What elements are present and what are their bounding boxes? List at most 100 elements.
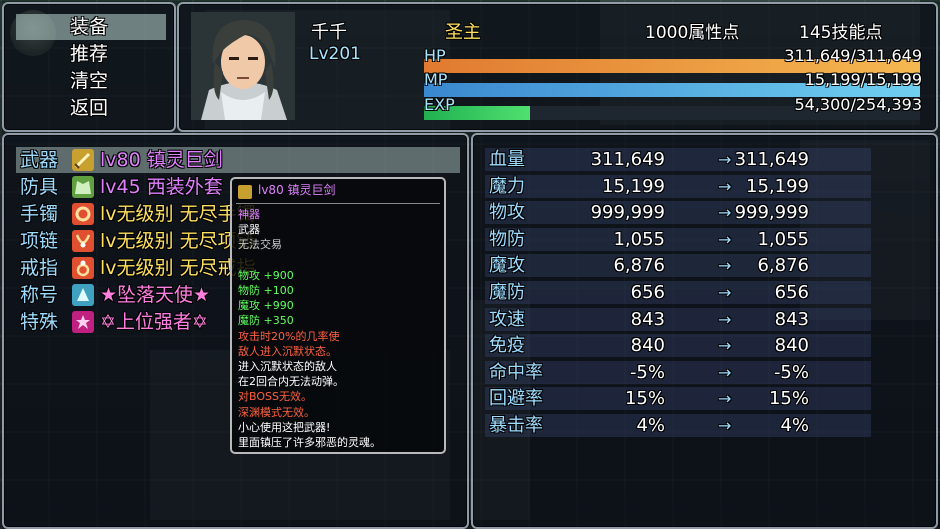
arrow-right-icon: → bbox=[718, 283, 732, 302]
tooltip-header: lv80 镇灵巨剑 bbox=[258, 183, 336, 197]
character-portrait bbox=[191, 12, 295, 120]
param-name: 魔攻 bbox=[489, 255, 525, 277]
slot-label: 项链 bbox=[20, 230, 59, 252]
necklace-icon bbox=[72, 230, 94, 252]
slot-label: 防具 bbox=[20, 176, 59, 198]
sword-icon bbox=[238, 185, 252, 199]
slot-item-name: ★坠落天使★ bbox=[100, 284, 211, 306]
param-name: 血量 bbox=[489, 149, 525, 170]
param-current-value: -5% bbox=[629, 361, 665, 383]
slot-item-name: lv45 西装外套 bbox=[100, 176, 223, 198]
param-current-value: 656 bbox=[630, 282, 665, 303]
param-new-value: 999,999 bbox=[734, 202, 809, 224]
param-new-value: 840 bbox=[774, 335, 809, 357]
armor-icon bbox=[72, 176, 94, 198]
menu-item-back[interactable]: 返回 bbox=[16, 95, 166, 121]
tooltip-line: 小心使用这把武器! bbox=[238, 420, 331, 434]
mp-label: MP bbox=[424, 70, 448, 89]
title-icon bbox=[72, 284, 94, 306]
slot-label: 手镯 bbox=[20, 203, 59, 225]
param-name: 攻速 bbox=[489, 308, 525, 330]
param-name: 免疫 bbox=[489, 335, 525, 357]
arrow-right-icon: → bbox=[718, 389, 732, 409]
tooltip-line: 武器 bbox=[238, 223, 260, 237]
param-row: 魔力 15,199 → 15,199 bbox=[485, 174, 871, 199]
special-icon bbox=[72, 311, 94, 333]
arrow-right-icon: → bbox=[718, 203, 732, 223]
character-level: Lv201 bbox=[309, 44, 361, 64]
slot-label: 武器 bbox=[20, 149, 59, 171]
sword-icon bbox=[72, 149, 94, 171]
parameter-compare-window: 血量 311,649 → 311,649 魔力 15,199 → 15,199 物攻 999,99… bbox=[471, 133, 938, 529]
tooltip-line: 进入沉默状态的敌人 bbox=[238, 360, 337, 373]
param-current-value: 15% bbox=[624, 388, 665, 410]
tooltip-line: 魔攻 +990 bbox=[238, 299, 294, 313]
param-row: 魔攻 6,876 → 6,876 bbox=[485, 253, 871, 278]
item-tooltip: lv80 镇灵巨剑 神器 武器 无法交易 物攻 +900 物防 +100 魔攻 +990 魔… bbox=[230, 177, 446, 454]
menu-item-recommend[interactable]: 推荐 bbox=[16, 41, 166, 67]
param-name: 命中率 bbox=[489, 361, 543, 383]
param-name: 回避率 bbox=[489, 388, 543, 410]
param-new-value: 656 bbox=[774, 282, 809, 303]
arrow-right-icon: → bbox=[718, 150, 732, 169]
ring-icon bbox=[72, 257, 94, 279]
param-row: 物攻 999,999 → 999,999 bbox=[485, 200, 871, 225]
equip-slot-weapon[interactable]: 武器 lv80 镇灵巨剑 bbox=[16, 147, 460, 173]
param-current-value: 1,055 bbox=[613, 228, 665, 250]
menu-item-equip[interactable]: 装备 bbox=[16, 14, 166, 40]
tooltip-line: 攻击时20%的几率使 bbox=[238, 329, 340, 343]
bracelet-icon bbox=[72, 203, 94, 225]
param-current-value: 4% bbox=[636, 415, 665, 436]
menu-item-clear[interactable]: 清空 bbox=[16, 68, 166, 94]
character-name: 千千 bbox=[311, 22, 347, 43]
attribute-points: 1000属性点 bbox=[645, 23, 740, 43]
skill-points: 145技能点 bbox=[799, 23, 883, 43]
slot-label: 称号 bbox=[20, 284, 59, 306]
param-new-value: 15,199 bbox=[746, 175, 809, 197]
exp-value: 54,300/254,393 bbox=[794, 95, 922, 114]
param-name: 暴击率 bbox=[489, 415, 543, 436]
param-current-value: 840 bbox=[630, 335, 665, 357]
tooltip-line: 深渊模式无效。 bbox=[238, 405, 315, 419]
character-status-window: 千千 圣主 1000属性点 145技能点 Lv201 HP 311,649/31… bbox=[177, 2, 938, 132]
param-new-value: 4% bbox=[780, 415, 809, 436]
tooltip-line: 物防 +100 bbox=[238, 284, 294, 297]
slot-label: 特殊 bbox=[20, 311, 59, 333]
arrow-right-icon: → bbox=[718, 256, 732, 276]
param-new-value: 1,055 bbox=[757, 228, 809, 250]
character-class-title: 圣主 bbox=[445, 22, 481, 43]
param-row: 物防 1,055 → 1,055 bbox=[485, 227, 871, 252]
arrow-right-icon: → bbox=[718, 176, 732, 196]
param-new-value: 843 bbox=[774, 308, 809, 330]
param-new-value: 6,876 bbox=[757, 255, 809, 277]
slot-item-name: lv80 镇灵巨剑 bbox=[100, 149, 223, 171]
hp-label: HP bbox=[424, 46, 446, 65]
arrow-right-icon: → bbox=[718, 416, 732, 435]
param-current-value: 843 bbox=[630, 308, 665, 330]
param-row: 攻速 843 → 843 bbox=[485, 307, 871, 332]
param-row: 免疫 840 → 840 bbox=[485, 333, 871, 358]
slot-label: 戒指 bbox=[20, 257, 59, 279]
param-current-value: 311,649 bbox=[590, 149, 665, 170]
param-row: 命中率 -5% → -5% bbox=[485, 360, 871, 385]
param-name: 物攻 bbox=[489, 202, 525, 224]
arrow-right-icon: → bbox=[718, 229, 732, 249]
tooltip-line: 在2回合内无法动弹。 bbox=[238, 375, 344, 389]
tooltip-line: 神器 bbox=[238, 208, 260, 221]
param-name: 魔力 bbox=[489, 175, 525, 197]
param-row: 回避率 15% → 15% bbox=[485, 386, 871, 411]
param-name: 魔防 bbox=[489, 282, 525, 303]
param-row: 血量 311,649 → 311,649 bbox=[485, 147, 871, 172]
param-name: 物防 bbox=[489, 228, 525, 250]
exp-label: EXP bbox=[424, 95, 455, 114]
tooltip-line: 里面镇压了许多邪恶的灵魂。 bbox=[238, 436, 381, 449]
param-new-value: -5% bbox=[773, 361, 809, 383]
param-row: 暴击率 4% → 4% bbox=[485, 413, 871, 438]
slot-item-name: ✡上位强者✡ bbox=[100, 311, 208, 333]
arrow-right-icon: → bbox=[718, 362, 732, 382]
param-new-value: 15% bbox=[768, 388, 809, 410]
command-menu-window: 装备 推荐 清空 返回 bbox=[2, 2, 176, 132]
tooltip-line: 物攻 +900 bbox=[238, 268, 294, 282]
hp-value: 311,649/311,649 bbox=[784, 46, 922, 65]
param-current-value: 6,876 bbox=[613, 255, 665, 277]
